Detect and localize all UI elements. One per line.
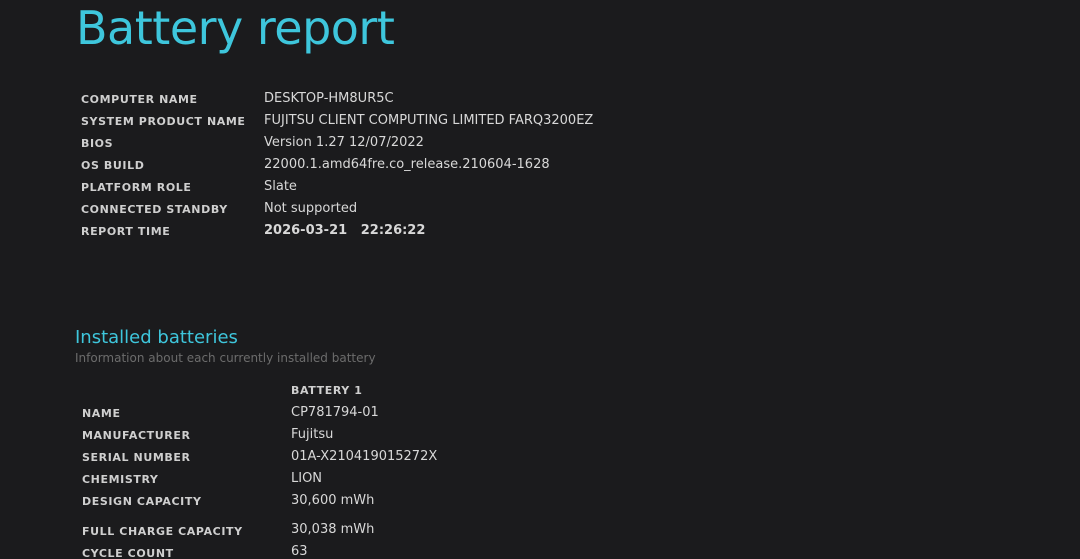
- bios-value: Version 1.27 12/07/2022: [264, 135, 424, 150]
- connected-standby-label: CONNECTED STANDBY: [81, 203, 228, 216]
- full-charge-capacity-label: FULL CHARGE CAPACITY: [82, 525, 243, 538]
- installed-batteries-heading: Installed batteries: [75, 327, 238, 348]
- chemistry-label: CHEMISTRY: [82, 473, 159, 486]
- computer-name-label: COMPUTER NAME: [81, 93, 198, 106]
- os-build-label: OS BUILD: [81, 159, 145, 172]
- full-charge-capacity-value: 30,038 mWh: [291, 522, 375, 537]
- design-capacity-label: DESIGN CAPACITY: [82, 495, 202, 508]
- serial-number-label: SERIAL NUMBER: [82, 451, 191, 464]
- serial-number-value: 01A-X210419015272X: [291, 449, 438, 464]
- system-product-name-value: FUJITSU CLIENT COMPUTING LIMITED FARQ320…: [264, 113, 594, 128]
- battery-name-value: CP781794-01: [291, 405, 379, 420]
- manufacturer-value: Fujitsu: [291, 427, 334, 442]
- connected-standby-value: Not supported: [264, 201, 358, 216]
- manufacturer-label: MANUFACTURER: [82, 429, 191, 442]
- cycle-count-value: 63: [291, 544, 308, 559]
- battery-name-label: NAME: [82, 407, 121, 420]
- platform-role-value: Slate: [264, 179, 297, 194]
- report-time-value: 2026-03-21 22:26:22: [264, 223, 426, 238]
- platform-role-label: PLATFORM ROLE: [81, 181, 192, 194]
- design-capacity-value: 30,600 mWh: [291, 493, 375, 508]
- cycle-count-label: CYCLE COUNT: [82, 547, 174, 559]
- installed-batteries-subtitle: Information about each currently install…: [75, 351, 376, 365]
- computer-name-value: DESKTOP-HM8UR5C: [264, 91, 394, 106]
- page-title: Battery report: [76, 1, 395, 55]
- battery-column-header: BATTERY 1: [291, 384, 363, 397]
- system-product-name-label: SYSTEM PRODUCT NAME: [81, 115, 246, 128]
- report-time-label: REPORT TIME: [81, 225, 171, 238]
- chemistry-value: LION: [291, 471, 323, 486]
- bios-label: BIOS: [81, 137, 114, 150]
- os-build-value: 22000.1.amd64fre.co_release.210604-1628: [264, 157, 550, 172]
